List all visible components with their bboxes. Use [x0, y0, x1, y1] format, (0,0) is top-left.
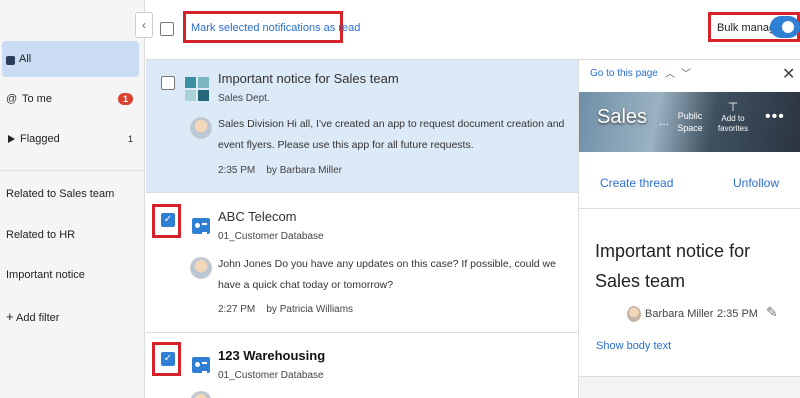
toggle-knob	[782, 21, 794, 33]
thread-author[interactable]: Barbara Miller	[645, 308, 713, 320]
pin-icon: ⊤	[727, 100, 739, 114]
avatar	[190, 117, 212, 139]
add-filter-button[interactable]: + Add filter	[6, 309, 59, 324]
notification-time: 2:27 PM	[218, 304, 256, 315]
select-all-checkbox[interactable]	[160, 22, 174, 36]
unfollow-link[interactable]: Unfollow	[733, 176, 779, 190]
collapse-sidebar-button[interactable]: ‹	[135, 12, 153, 38]
filter-important-notice[interactable]: Important notice	[6, 269, 85, 281]
panel-footer	[579, 376, 800, 398]
panel-divider	[579, 208, 800, 209]
notification-meta: 2:35 PM by Barbara Miller	[218, 165, 342, 176]
app-icon	[185, 77, 209, 101]
filter-hr[interactable]: Related to HR	[6, 229, 75, 241]
notification-row[interactable]: ✓ 123 Warehousing 01_Customer Database	[146, 333, 578, 398]
sidebar-item-flagged[interactable]: Flagged 1	[2, 121, 139, 157]
notification-app: 01_Customer Database	[218, 370, 324, 381]
highlight-box	[152, 342, 181, 376]
space-name-ellipsis: ...	[659, 114, 670, 128]
close-icon[interactable]: ✕	[782, 64, 795, 84]
inbox-icon	[6, 55, 15, 65]
chevron-down-icon[interactable]: ﹀	[681, 65, 691, 80]
sidebar-item-label: Flagged	[20, 133, 60, 145]
chevron-up-icon[interactable]: ︿	[665, 65, 675, 80]
database-app-icon	[192, 218, 210, 234]
chevron-left-icon: ‹	[142, 18, 146, 32]
avatar	[190, 257, 212, 279]
flagged-count: 1	[127, 134, 133, 144]
notification-title: 123 Warehousing	[218, 348, 326, 363]
unread-badge: 1	[117, 93, 133, 105]
filter-sales-team[interactable]: Related to Sales team	[6, 188, 114, 200]
sidebar: All @ To me 1 Flagged 1 Related to Sales…	[0, 0, 145, 398]
sidebar-item-all[interactable]: All	[2, 41, 139, 77]
notification-time: 2:35 PM	[218, 165, 256, 176]
avatar	[190, 391, 212, 398]
space-banner: Sales ... Public Space ⊤ Add to favorite…	[579, 92, 800, 152]
sidebar-item-to-me[interactable]: @ To me 1	[2, 81, 139, 117]
detail-panel: Go to this page ︿ ﹀ ✕ Sales ... Public S…	[578, 60, 800, 398]
go-to-page-link[interactable]: Go to this page	[590, 68, 658, 79]
add-filter-label: Add filter	[16, 312, 60, 324]
edit-icon[interactable]: ✎	[766, 304, 778, 321]
notification-checkbox[interactable]	[161, 76, 175, 90]
thread-title: Important notice for Sales team	[595, 241, 751, 291]
add-to-favorites-button[interactable]: ⊤ Add to favorites	[715, 100, 751, 134]
add-to-favorites-label: Add to favorites	[717, 114, 749, 133]
notification-title: Important notice for Sales team	[218, 71, 399, 86]
notification-body: Sales Division Hi all, I've created an a…	[218, 118, 565, 151]
sidebar-item-label: To me	[22, 93, 52, 105]
notification-row[interactable]: ✓ ABC Telecom 01_Customer Database John …	[146, 193, 578, 333]
notification-meta: 2:27 PM by Patricia Williams	[218, 304, 353, 315]
bulk-manage-toggle[interactable]	[770, 16, 800, 38]
notification-app: 01_Customer Database	[218, 231, 324, 242]
flag-icon	[8, 135, 15, 143]
author-avatar	[627, 306, 641, 322]
notification-body: John Jones Do you have any updates on th…	[218, 258, 556, 291]
highlight-box	[152, 204, 181, 238]
public-space-label: Public Space	[677, 111, 703, 133]
notification-author: by Patricia Williams	[266, 304, 354, 315]
database-app-icon	[192, 357, 210, 373]
mark-read-button[interactable]: Mark selected notifications as read	[191, 22, 360, 34]
show-body-text-link[interactable]: Show body text	[596, 340, 671, 352]
at-icon: @	[6, 93, 18, 105]
space-name[interactable]: Sales	[597, 106, 647, 129]
create-thread-link[interactable]: Create thread	[600, 176, 673, 190]
plus-icon: +	[6, 309, 14, 324]
more-options-icon[interactable]: •••	[765, 108, 785, 126]
sidebar-item-label: All	[19, 53, 32, 65]
sidebar-divider	[0, 170, 145, 171]
notification-app: Sales Dept.	[218, 93, 270, 104]
notification-author: by Barbara Miller	[266, 165, 342, 176]
notification-row[interactable]: Important notice for Sales team Sales De…	[146, 60, 578, 193]
thread-time: 2:35 PM	[717, 308, 758, 320]
notification-title: ABC Telecom	[218, 209, 297, 224]
